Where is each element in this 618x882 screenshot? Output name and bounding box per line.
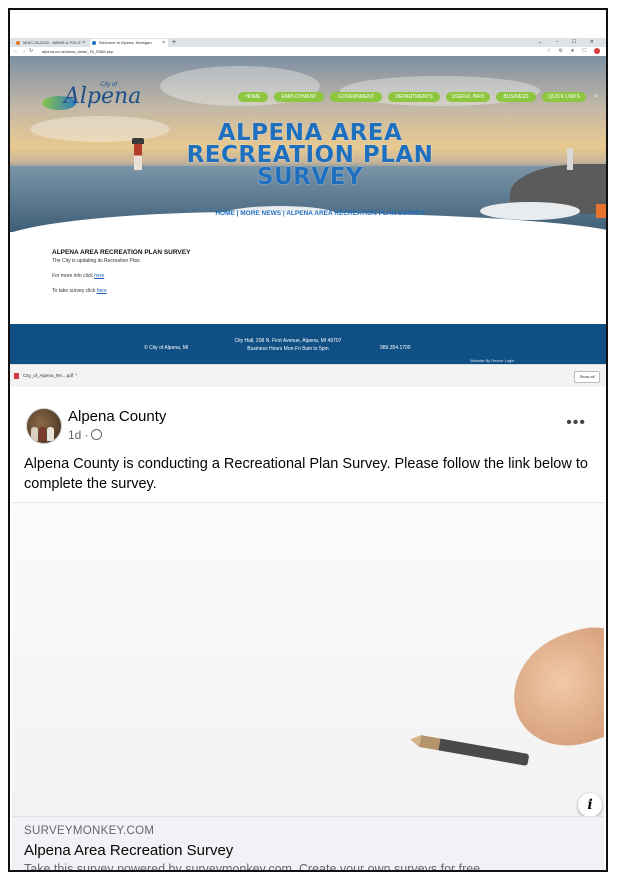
more-options-icon[interactable]: ••• — [566, 414, 586, 432]
side-tab[interactable] — [596, 204, 606, 218]
main-menu: HOME EMPLOYMENT GOVERNMENT DEPARTMENTS U… — [238, 92, 598, 102]
close-tab-icon[interactable]: × — [82, 39, 85, 47]
post-meta: 1d · — [68, 428, 102, 442]
article-line: To take survey click here — [52, 288, 107, 294]
menu-useful-info[interactable]: USEFUL INFO — [446, 92, 490, 102]
post-text: Alpena County is conducting a Recreation… — [24, 456, 588, 492]
footer-address: City Hall, 208 N. First Avenue, Alpena, … — [234, 338, 342, 352]
browser-tab-news[interactable]: MISC-05-2020 - NEWS & POLIT × — [14, 39, 88, 47]
url-field[interactable]: alpena.mi.us/news_detail_T6_R386.php — [42, 48, 113, 55]
facebook-post: Alpena County 1d · ••• Alpena County is … — [12, 394, 604, 872]
link-domain: SURVEYMONKEY.COM — [24, 825, 155, 837]
footer-credit[interactable]: Website By Revize Login — [470, 358, 514, 363]
article-title: ALPENA AREA RECREATION PLAN SURVEY — [52, 249, 191, 256]
site-footer: © City of Alpena, MI City Hall, 208 N. F… — [10, 324, 606, 364]
search-icon[interactable]: ⌕ — [594, 92, 598, 102]
download-chip[interactable]: City_of_Alpena_Re....pdf ⌃ — [14, 370, 78, 382]
menu-home[interactable]: HOME — [238, 92, 268, 102]
close-tab-icon[interactable]: × — [162, 39, 165, 47]
article-content: ALPENA AREA RECREATION PLAN SURVEY The C… — [10, 232, 606, 324]
nav-buttons-icon[interactable]: ←→↻ — [13, 47, 36, 56]
new-tab-button[interactable]: + — [172, 38, 176, 47]
pdf-icon — [14, 373, 19, 379]
survey-link[interactable]: here — [97, 288, 107, 294]
browser-tab-alpena[interactable]: Welcome to Alpena, Michigan × — [90, 39, 168, 47]
browser-window: MISC-05-2020 - NEWS & POLIT × Welcome to… — [10, 38, 606, 387]
show-all-button[interactable]: Show all — [574, 371, 600, 383]
pencil-image — [418, 735, 530, 767]
globe-icon — [90, 429, 102, 440]
more-info-link[interactable]: here — [94, 273, 104, 279]
profile-icon[interactable] — [594, 47, 600, 54]
link-description: Take this survey powered by surveymonkey… — [24, 862, 484, 872]
footer-phone: 989.354.1700 — [380, 345, 411, 351]
favicon-icon — [16, 41, 20, 45]
menu-quick-links[interactable]: QUICK LINKS — [542, 92, 586, 102]
link-title[interactable]: Alpena Area Recreation Survey — [24, 842, 233, 859]
menu-business[interactable]: BUSINESS — [496, 92, 536, 102]
menu-departments[interactable]: DEPARTMENTS — [388, 92, 440, 102]
download-bar: City_of_Alpena_Re....pdf ⌃ Show all — [10, 364, 606, 387]
menu-employment[interactable]: EMPLOYMENT — [274, 92, 324, 102]
link-preview-image[interactable]: i — [12, 502, 604, 817]
hero-title: ALPENA AREA RECREATION PLAN SURVEY — [186, 120, 434, 190]
article-line: For more info click here — [52, 273, 105, 279]
post-author[interactable]: Alpena County — [68, 408, 166, 425]
tab-label: Welcome to Alpena, Michigan — [99, 40, 152, 45]
screenshot-frame: MISC-05-2020 - NEWS & POLIT × Welcome to… — [8, 8, 608, 872]
city-logo[interactable]: City of Alpena — [42, 82, 142, 116]
window-controls[interactable]: ⌄ – ☐ ✕ — [538, 38, 600, 47]
breadcrumb[interactable]: HOME | MORE NEWS | ALPENA AREA RECREATIO… — [170, 210, 470, 217]
tab-bar: MISC-05-2020 - NEWS & POLIT × Welcome to… — [10, 38, 606, 47]
menu-government[interactable]: GOVERNMENT — [330, 92, 382, 102]
article-line: The City is updating its Recreation Plan… — [52, 258, 141, 264]
hero-banner: City of Alpena HOME EMPLOYMENT GOVERNMEN… — [10, 56, 606, 232]
favicon-icon — [92, 41, 96, 45]
avatar[interactable] — [26, 408, 62, 444]
hand-image — [498, 615, 604, 761]
link-preview-card[interactable]: SURVEYMONKEY.COM Alpena Area Recreation … — [12, 816, 604, 872]
info-icon[interactable]: i — [578, 793, 602, 817]
tab-label: MISC-05-2020 - NEWS & POLIT — [23, 40, 82, 45]
extensions-icon[interactable]: ☆ ⚙ ★ ☐ — [547, 47, 600, 56]
footer-copyright: © City of Alpena, MI — [144, 345, 189, 351]
lighthouse-image — [132, 138, 144, 170]
